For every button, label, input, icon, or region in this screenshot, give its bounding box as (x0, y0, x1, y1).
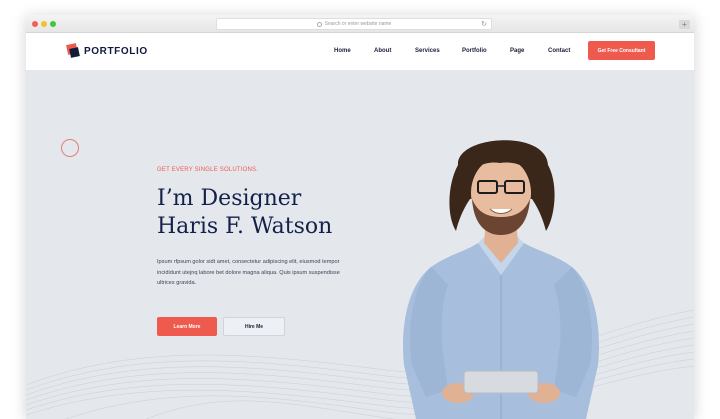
window-maximize-dot[interactable] (50, 21, 56, 27)
nav-contact[interactable]: Contact (548, 48, 570, 54)
browser-toolbar: Search or enter website name ↻ + (26, 15, 694, 33)
search-icon (316, 21, 322, 27)
hero-tagline: GET EVERY SINGLE SOLUTIONS. (157, 167, 259, 173)
learn-more-button[interactable]: Learn More (157, 317, 217, 336)
hero-description: Ipsum rfpsum golor sidt amet, consectetu… (157, 259, 340, 286)
address-bar[interactable]: Search or enter website name ↻ (216, 18, 492, 30)
get-free-consultant-button[interactable]: Get Free Consultant (588, 41, 655, 60)
reload-icon[interactable]: ↻ (481, 20, 487, 28)
logo[interactable]: PORTFOLIO (66, 43, 148, 58)
nav-portfolio[interactable]: Portfolio (462, 48, 487, 54)
nav-page[interactable]: Page (510, 48, 524, 54)
hire-me-button[interactable]: Hire Me (223, 317, 285, 336)
window-minimize-dot[interactable] (41, 21, 47, 27)
window-close-dot[interactable] (32, 21, 38, 27)
nav-about[interactable]: About (374, 48, 391, 54)
headline-line-1: I’m Designer (157, 186, 302, 211)
site-header: PORTFOLIO Home About Services Portfolio … (26, 33, 694, 70)
address-placeholder: Search or enter website name (324, 21, 392, 27)
person-photo (403, 140, 599, 419)
browser-window: Search or enter website name ↻ + PORTFOL… (26, 15, 694, 419)
logo-text: PORTFOLIO (84, 45, 148, 57)
headline-line-2: Haris F. Watson (157, 214, 333, 239)
hero-section: GET EVERY SINGLE SOLUTIONS. I’m Designer… (26, 70, 694, 419)
nav-home[interactable]: Home (334, 48, 351, 54)
decorative-circle (61, 139, 79, 157)
hero-headline: I’m Designer Haris F. Watson (157, 185, 397, 241)
new-tab-button[interactable]: + (679, 20, 690, 29)
logo-icon (66, 43, 80, 58)
nav-services[interactable]: Services (415, 48, 440, 54)
